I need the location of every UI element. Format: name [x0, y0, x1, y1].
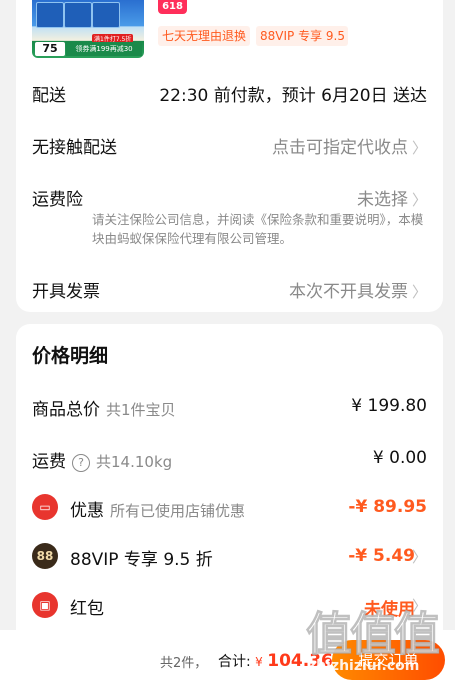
insurance-row[interactable]: 运费险 未选择〉 — [32, 185, 427, 210]
vip-label: 88VIP 专享 9.5 折 — [70, 550, 213, 570]
total-amount: 104.36 — [267, 651, 333, 671]
shipping-sub: 共14.10kg — [96, 453, 173, 471]
tag-vip: 88VIP 专享 9.5 折 — [256, 26, 349, 46]
tag-return: 七天无理由退换 — [158, 26, 251, 46]
shipping-row: 运费? 共14.10kg — [32, 447, 427, 472]
pack-image — [36, 2, 64, 28]
chevron-right-icon: 〉 — [411, 548, 427, 566]
product-thumbnail[interactable]: 满1件打7.5折 75 领券满199再减30 — [32, 0, 144, 58]
vip-amount: -¥ 5.49 — [348, 546, 415, 566]
service-tags: 七天无理由退换 88VIP 专享 9.5 折 — [158, 26, 349, 46]
chevron-right-icon: 〉 — [411, 283, 427, 301]
submit-order-button[interactable]: 提交订单 — [332, 640, 445, 680]
chevron-right-icon: 〉 — [411, 191, 427, 209]
red-packet-label: 红包 — [70, 599, 104, 619]
shipping-amount: ¥ 0.00 — [372, 448, 427, 468]
insurance-note: 请关注保险公司信息，并阅读《保险条款和重要说明》，本模块由蚂蚁保保险代理有限公司… — [92, 212, 424, 246]
insurance-label: 运费险 — [32, 190, 83, 210]
vip-88-icon: 88 — [32, 543, 58, 569]
total-label: 合计: — [218, 654, 251, 670]
delivery-value: 22:30 前付款，预计 6月20日 送达 — [159, 86, 427, 106]
red-packet-amount: 未使用 — [364, 600, 415, 620]
badge-618: 618 — [158, 0, 187, 14]
contactless-row[interactable]: 无接触配送 点击可指定代收点〉 — [32, 133, 427, 158]
invoice-value-wrap: 本次不开具发票〉 — [289, 277, 427, 302]
goods-total-amount: ¥ 199.80 — [351, 396, 427, 416]
chevron-right-icon: 〉 — [411, 597, 427, 615]
delivery-label: 配送 — [32, 86, 66, 106]
pack-image — [92, 2, 120, 28]
chevron-right-icon: 〉 — [411, 139, 427, 157]
insurance-value: 未选择 — [356, 190, 408, 210]
red-packet-icon: ▣ — [32, 592, 58, 618]
goods-total-sub: 共1件宝贝 — [106, 401, 176, 419]
price-detail-title: 价格明细 — [32, 345, 109, 367]
delivery-row[interactable]: 配送 22:30 前付款，预计 6月20日 送达 — [32, 81, 427, 106]
checkout-bar: 共2件， 合计: ¥ 104.36 提交订单 — [0, 630, 455, 686]
total-currency: ¥ — [255, 655, 263, 669]
invoice-row[interactable]: 开具发票 本次不开具发票〉 — [32, 277, 427, 302]
goods-total-label: 商品总价 — [32, 400, 100, 420]
contactless-value: 点击可指定代收点 — [271, 138, 408, 158]
invoice-value: 本次不开具发票 — [288, 282, 408, 302]
invoice-label: 开具发票 — [32, 282, 100, 302]
discount-amount: -¥ 89.95 — [348, 497, 427, 517]
total-wrap: 合计: ¥ 104.36 — [218, 651, 333, 671]
contactless-label: 无接触配送 — [32, 138, 117, 158]
item-count: 共2件， — [160, 656, 208, 671]
insurance-value-wrap: 未选择〉 — [357, 185, 427, 210]
discount-sub: 所有已使用店铺优惠 — [110, 502, 246, 520]
discount-label: 优惠 — [70, 501, 104, 521]
thumb-price: 75 — [35, 42, 65, 56]
contactless-value-wrap: 点击可指定代收点〉 — [272, 133, 427, 158]
shipping-label: 运费 — [32, 452, 66, 472]
question-circle-icon[interactable]: ? — [72, 454, 90, 472]
thumb-promo: 领券满199再减30 — [66, 42, 142, 56]
coupon-icon: ▭ — [32, 494, 58, 520]
pack-image — [64, 2, 92, 28]
